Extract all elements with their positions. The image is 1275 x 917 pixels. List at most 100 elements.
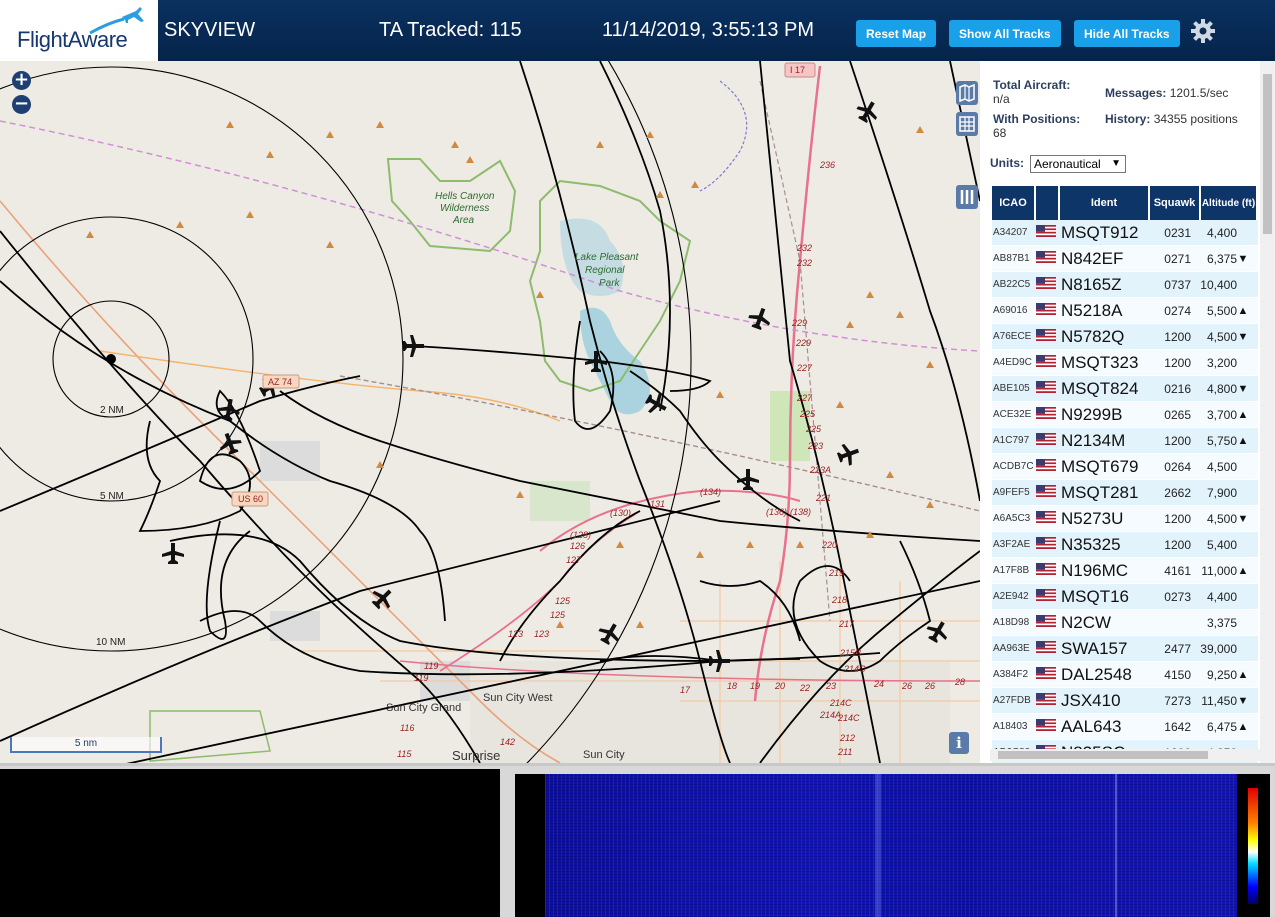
us-flag-icon bbox=[1036, 692, 1060, 710]
vertical-scroll-thumb[interactable] bbox=[1263, 74, 1272, 234]
gear-icon[interactable] bbox=[1190, 18, 1216, 44]
svg-text:125: 125 bbox=[555, 596, 571, 606]
svg-text:(130): (130) bbox=[610, 508, 631, 518]
spectrogram bbox=[545, 774, 1237, 917]
columns-toggle-button[interactable] bbox=[956, 185, 978, 209]
us-flag-icon bbox=[1036, 276, 1060, 294]
units-select-value: Aeronautical bbox=[1034, 157, 1101, 171]
map-layers-button[interactable] bbox=[956, 81, 978, 105]
svg-text:236: 236 bbox=[819, 160, 835, 170]
flightaware-logo[interactable]: FlightAware bbox=[0, 0, 158, 61]
table-row[interactable]: A69016 N5218A 0274 5,500 ▲ bbox=[992, 298, 1258, 324]
row-altitude: 4,800 bbox=[1206, 381, 1237, 396]
panel-vertical-scrollbar[interactable] bbox=[1260, 61, 1275, 763]
with-positions-value: 68 bbox=[993, 126, 1007, 140]
table-row[interactable]: A4ED9C MSQT323 1200 3,200 bbox=[992, 350, 1258, 376]
table-row[interactable]: A384F2 DAL2548 4150 9,250 ▲ bbox=[992, 662, 1258, 688]
chevron-down-icon: ▼ bbox=[1111, 158, 1121, 169]
panel-horizontal-scrollbar[interactable] bbox=[990, 749, 1260, 761]
col-altitude[interactable]: Altitude (ft) bbox=[1201, 186, 1256, 220]
row-squawk: 0274 bbox=[1164, 303, 1191, 318]
row-altitude: 4,500 bbox=[1206, 511, 1237, 526]
table-row[interactable]: A1C797 N2134M 1200 5,750 ▲ bbox=[992, 428, 1258, 454]
col-squawk[interactable]: Squawk bbox=[1150, 186, 1199, 220]
table-row[interactable]: A2E942 MSQT16 0273 4,400 bbox=[992, 584, 1258, 610]
table-row[interactable]: A6A5C3 N5273U 1200 4,500 ▼ bbox=[992, 506, 1258, 532]
row-icao: AB87B1 bbox=[993, 253, 1030, 264]
reset-map-button[interactable]: Reset Map bbox=[856, 20, 937, 47]
table-row[interactable]: A18403 AAL643 1642 6,475 ▲ bbox=[992, 714, 1258, 740]
svg-text:229: 229 bbox=[791, 318, 807, 328]
row-ident: MSQT281 bbox=[1061, 482, 1139, 502]
show-all-tracks-button[interactable]: Show All Tracks bbox=[949, 20, 1061, 47]
row-icao: A18D98 bbox=[993, 617, 1030, 628]
svg-text:116: 116 bbox=[400, 723, 414, 733]
hide-all-tracks-button[interactable]: Hide All Tracks bbox=[1074, 20, 1180, 47]
row-icao: A18403 bbox=[993, 721, 1028, 732]
zoom-in-button[interactable]: + bbox=[12, 71, 31, 90]
row-ident: N842EF bbox=[1061, 248, 1124, 268]
row-icao: AA963E bbox=[993, 643, 1030, 654]
row-squawk: 0273 bbox=[1164, 589, 1191, 604]
svg-text:(134): (134) bbox=[700, 487, 721, 497]
table-row[interactable]: A27FDB JSX410 7273 11,450 ▼ bbox=[992, 688, 1258, 714]
row-altitude: 3,375 bbox=[1206, 615, 1237, 630]
table-row[interactable]: A3F2AE N35325 1200 5,400 bbox=[992, 532, 1258, 558]
svg-text:214C: 214C bbox=[829, 698, 852, 708]
row-squawk: 1200 bbox=[1164, 511, 1191, 526]
map-canvas[interactable]: 2 NM 5 NM 10 NM Hells Canyon Wilderness … bbox=[0, 61, 980, 763]
units-select[interactable]: Aeronautical ▼ bbox=[1030, 155, 1126, 173]
table-row[interactable]: AA963E SWA157 2477 39,000 bbox=[992, 636, 1258, 662]
horizontal-scroll-thumb[interactable] bbox=[998, 751, 1208, 759]
svg-text:17: 17 bbox=[680, 685, 691, 695]
table-row[interactable]: ABE105 MSQT824 0216 4,800 ▼ bbox=[992, 376, 1258, 402]
row-squawk: 1200 bbox=[1164, 537, 1191, 552]
map-view[interactable]: 2 NM 5 NM 10 NM Hells Canyon Wilderness … bbox=[0, 61, 980, 763]
row-altitude: 4,400 bbox=[1206, 589, 1237, 604]
us-flag-icon bbox=[1036, 640, 1060, 658]
table-row[interactable]: ACDB7C MSQT679 0264 4,500 bbox=[992, 454, 1258, 480]
table-row[interactable]: AB22C5 N8165Z 0737 10,400 bbox=[992, 272, 1258, 298]
row-trend: ▲ bbox=[1237, 668, 1249, 681]
ring-label-2nm: 2 NM bbox=[100, 405, 124, 416]
bottom-area bbox=[0, 766, 1275, 917]
table-header: ICAO Ident Squawk Altitude (ft) bbox=[992, 186, 1258, 220]
table-row[interactable]: A9FEF5 MSQT281 2662 7,900 bbox=[992, 480, 1258, 506]
table-row[interactable]: ACE32E N9299B 0265 3,700 ▲ bbox=[992, 402, 1258, 428]
row-ident: N8165Z bbox=[1061, 274, 1122, 294]
svg-text:119: 119 bbox=[414, 673, 428, 683]
info-button[interactable]: i bbox=[949, 732, 969, 754]
svg-text:212: 212 bbox=[839, 733, 855, 743]
svg-text:28: 28 bbox=[954, 677, 965, 687]
table-row[interactable]: A76ECE N5782Q 1200 4,500 ▼ bbox=[992, 324, 1258, 350]
row-icao: AB22C5 bbox=[993, 279, 1031, 290]
row-icao: A2E942 bbox=[993, 591, 1029, 602]
row-squawk: 1200 bbox=[1164, 355, 1191, 370]
svg-text:123: 123 bbox=[534, 629, 549, 639]
col-icao[interactable]: ICAO bbox=[992, 186, 1034, 220]
row-ident: N5218A bbox=[1061, 300, 1123, 320]
total-aircraft-value: n/a bbox=[993, 92, 1010, 106]
place-hells-canyon: Hells Canyon bbox=[435, 191, 495, 202]
row-ident: N2134M bbox=[1061, 430, 1126, 450]
us-flag-icon bbox=[1036, 328, 1060, 346]
svg-text:221: 221 bbox=[815, 493, 831, 503]
svg-text:229: 229 bbox=[795, 338, 811, 348]
row-altitude: 3,200 bbox=[1206, 355, 1237, 370]
table-row[interactable]: A34207 MSQT912 0231 4,400 bbox=[992, 220, 1258, 246]
us-flag-icon bbox=[1036, 718, 1060, 736]
grid-toggle-button[interactable] bbox=[956, 112, 978, 136]
row-icao: A1C797 bbox=[993, 435, 1030, 446]
zoom-out-button[interactable]: − bbox=[12, 95, 31, 114]
table-row[interactable]: AB87B1 N842EF 0271 6,375 ▼ bbox=[992, 246, 1258, 272]
col-flag[interactable] bbox=[1036, 186, 1058, 220]
row-squawk: 1642 bbox=[1164, 719, 1191, 734]
row-altitude: 4,500 bbox=[1206, 459, 1237, 474]
table-row[interactable]: A18D98 N2CW 3,375 bbox=[992, 610, 1258, 636]
table-row[interactable]: A17F8B N196MC 4161 11,000 ▲ bbox=[992, 558, 1258, 584]
road-i17: I 17 bbox=[790, 65, 805, 75]
road-az74: AZ 74 bbox=[268, 377, 292, 387]
svg-text:214C: 214C bbox=[843, 664, 866, 674]
col-ident[interactable]: Ident bbox=[1060, 186, 1148, 220]
history-value: 34355 positions bbox=[1153, 112, 1238, 126]
